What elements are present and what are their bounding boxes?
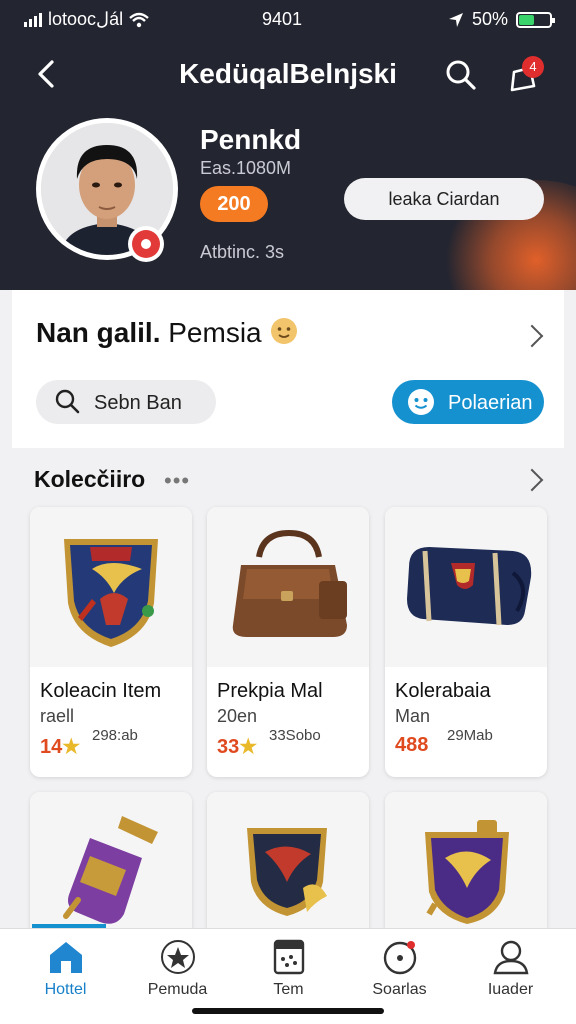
profile-action-button[interactable]: leaka Ciardan <box>344 178 544 220</box>
star-icon <box>161 940 195 974</box>
home-indicator[interactable] <box>192 1008 384 1014</box>
profile-subtitle: Eas.1080M <box>200 158 292 178</box>
search-icon <box>55 389 80 414</box>
card-value-number: 14 <box>40 736 63 758</box>
rolled-mat-icon <box>407 547 532 626</box>
card-value-number: 33 <box>217 736 240 758</box>
carrier: lotoocلál <box>24 9 149 30</box>
smile-emoji-icon <box>271 318 298 344</box>
battery-icon <box>516 11 555 28</box>
carrier-name: lotoocلál <box>48 9 124 29</box>
card-image <box>385 507 547 667</box>
chat-face-icon <box>408 389 434 415</box>
collection-card[interactable]: Kolerabaia Man 488 29Mab <box>385 507 547 777</box>
collection-title: Kolecčiiro <box>34 466 146 492</box>
tab-home[interactable]: Hottel <box>8 929 123 1019</box>
card-subtitle: raell <box>40 706 75 726</box>
card-image <box>207 507 369 667</box>
card-title: Kolerabaia <box>395 680 491 702</box>
tab-label: Tem <box>273 981 304 998</box>
promo-action-label: Polaerian <box>448 392 533 414</box>
tab-label: Iuader <box>487 981 534 998</box>
promo-title[interactable]: Nan galil. Pemsia <box>36 316 299 349</box>
tab-label: Pemuda <box>147 981 208 998</box>
card-image <box>30 507 192 667</box>
card-subtitle: Man <box>395 706 431 726</box>
battery-percent: 50% <box>471 9 508 29</box>
tab-label: Soarlas <box>372 981 427 998</box>
home-icon <box>50 942 82 973</box>
tab-label: Hottel <box>44 981 87 998</box>
page-title: KedüqalBelnjski <box>179 58 397 89</box>
card-extra: 29Mab <box>447 727 493 744</box>
promo-action-button[interactable]: Polaerian <box>392 380 544 424</box>
profile-stat: Atbtinc. 3s <box>200 242 285 262</box>
card-value: 488 <box>395 734 429 756</box>
star-icon: ★ <box>62 736 81 758</box>
collection-card[interactable]: Prekpia Mal 20en 33★ 33Sobo <box>207 507 369 777</box>
star-icon: ★ <box>239 736 258 758</box>
crest-shield-icon <box>64 539 158 647</box>
tab-tem[interactable]: Tem <box>231 929 346 1019</box>
compass-icon <box>383 941 417 975</box>
profile-icon <box>493 940 529 975</box>
card-value: 33★ <box>217 734 257 759</box>
card-extra: 298:ab <box>92 727 138 744</box>
verified-badge-icon <box>128 226 164 262</box>
card-title: Koleacin Item <box>40 680 162 702</box>
search-pill-button[interactable]: Sebn Ban <box>36 380 216 424</box>
search-pill-label: Sebn Ban <box>94 392 182 414</box>
search-icon[interactable] <box>444 58 478 92</box>
location-arrow-icon <box>448 12 463 27</box>
app-screen: lotoocلál 9401 50% KedüqalBelnjski 4 Pen… <box>0 0 576 1024</box>
signal-icon <box>24 12 42 27</box>
collection-card[interactable]: Koleacin Item raell 14★ 298:ab <box>30 507 192 777</box>
status-right: 50% <box>448 9 555 30</box>
status-bar: lotoocلál 9401 50% <box>0 0 576 38</box>
promo-chevron-right-icon[interactable] <box>520 324 544 348</box>
storage-icon <box>273 939 305 975</box>
more-dots-icon[interactable]: ••• <box>164 468 190 494</box>
promo-title-rest: Pemsia <box>168 317 262 348</box>
promo-title-bold: Nan galil. <box>36 317 161 348</box>
notification-badge: 4 <box>522 56 544 78</box>
card-title: Prekpia Mal <box>217 680 323 702</box>
battery-fill <box>519 14 534 25</box>
tab-soarlas[interactable]: Soarlas <box>342 929 457 1019</box>
wifi-icon <box>129 12 149 27</box>
score-badge: 200 <box>200 186 268 222</box>
promo-card: Nan galil. Pemsia Sebn Ban Polaerian <box>12 290 564 448</box>
tab-profile[interactable]: Iuader <box>453 929 568 1019</box>
leather-bag-icon <box>232 529 347 637</box>
tab-pemuda[interactable]: Pemuda <box>120 929 235 1019</box>
profile-header: lotoocلál 9401 50% KedüqalBelnjski 4 Pen… <box>0 0 576 290</box>
card-subtitle: 20en <box>217 706 258 726</box>
collection-chevron-right-icon[interactable] <box>520 468 544 492</box>
profile-name: Pennkd <box>200 124 302 155</box>
notification-button[interactable]: 4 <box>506 56 546 94</box>
status-time: 9401 <box>262 9 303 29</box>
card-value: 14★ <box>40 734 80 759</box>
card-extra: 33Sobo <box>269 727 321 744</box>
